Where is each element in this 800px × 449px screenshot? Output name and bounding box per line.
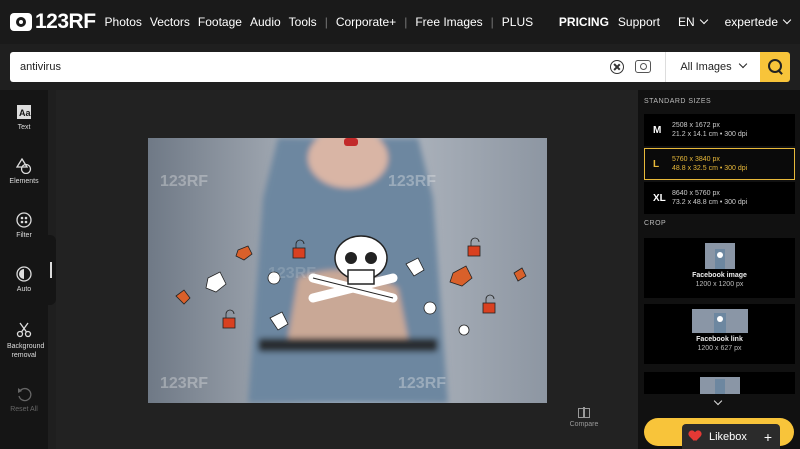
size-option-l[interactable]: L 5760 x 3840 px 48.8 x 32.5 cm • 300 dp…	[644, 148, 795, 180]
size-print-info: 48.8 x 32.5 cm • 300 dpi	[672, 165, 748, 172]
search-type-dropdown[interactable]: All Images	[665, 52, 760, 82]
compare-toggle[interactable]: Compare	[566, 407, 602, 428]
logo-text: 123RF	[35, 10, 96, 33]
nav-divider: |	[404, 15, 408, 29]
size-pixels: 8640 x 5760 px	[672, 190, 720, 197]
chevron-down-icon	[699, 15, 708, 25]
svg-text:Aa: Aa	[19, 108, 31, 118]
tool-filter-label: Filter	[16, 232, 32, 239]
crop-heading: CROP	[644, 220, 667, 227]
nav-free-images[interactable]: Free Images	[415, 15, 482, 29]
crop-name: Facebook image	[692, 272, 747, 279]
size-print-info: 21.2 x 14.1 cm • 300 dpi	[672, 131, 748, 138]
compare-icon	[578, 407, 590, 418]
svg-text:123RF: 123RF	[160, 173, 208, 190]
support-link[interactable]: Support	[618, 15, 660, 29]
pricing-link[interactable]: PRICING	[559, 15, 609, 29]
user-menu[interactable]: expertede	[716, 15, 792, 29]
crop-thumbnail	[691, 309, 748, 333]
crop-thumbnail	[699, 377, 740, 394]
clear-search-icon[interactable]	[610, 60, 624, 74]
search-bar: All Images	[10, 52, 790, 82]
size-letter: XL	[653, 193, 666, 204]
nav-audio[interactable]: Audio	[250, 15, 281, 29]
auto-adjust-icon	[16, 266, 32, 282]
camera-search-icon[interactable]	[635, 60, 651, 73]
camera-logo-icon	[10, 13, 32, 31]
tool-slider-handle[interactable]	[50, 262, 52, 278]
crop-dimensions: 1200 x 627 px	[697, 345, 742, 352]
svg-text:123RF: 123RF	[398, 375, 446, 392]
crop-option-more[interactable]	[644, 372, 795, 394]
svg-text:123RF: 123RF	[160, 375, 208, 392]
compare-label: Compare	[569, 421, 599, 428]
language-select[interactable]: EN	[669, 15, 708, 29]
text-icon: Aa	[16, 104, 32, 120]
scissors-icon	[16, 322, 32, 338]
svg-text:123RF: 123RF	[268, 265, 316, 282]
crop-option-facebook-image[interactable]: Facebook image 1200 x 1200 px	[644, 238, 795, 298]
tool-elements-label: Elements	[9, 178, 39, 185]
crop-thumbnail	[704, 243, 735, 269]
tool-text-label: Text	[17, 124, 31, 131]
nav-vectors[interactable]: Vectors	[150, 15, 190, 29]
tool-text[interactable]: Aa Text	[0, 104, 48, 131]
download-options-panel: STANDARD SIZES M 2508 x 1672 px 21.2 x 1…	[638, 90, 800, 449]
account-nav: PRICING Support EN expertede	[550, 0, 792, 44]
nav-plus[interactable]: PLUS	[502, 15, 533, 29]
tool-reset-all-label: Reset All	[10, 406, 38, 413]
size-option-xl[interactable]: XL 8640 x 5760 px 73.2 x 48.8 cm • 300 d…	[644, 182, 795, 214]
size-print-info: 73.2 x 48.8 cm • 300 dpi	[672, 199, 748, 206]
svg-text:123RF: 123RF	[388, 173, 436, 190]
likebox-label: Likebox	[709, 430, 747, 443]
standard-sizes-heading: STANDARD SIZES	[644, 98, 712, 105]
size-pixels: 2508 x 1672 px	[672, 122, 720, 129]
tool-background-removal[interactable]: Background removal	[0, 322, 48, 360]
nav-divider: |	[490, 15, 494, 29]
nav-tools[interactable]: Tools	[289, 15, 317, 29]
preview-image: 123RF 123RF 123RF 123RF 123RF	[148, 138, 547, 403]
editor-toolbar: Aa Text Elements Filter Auto Background …	[0, 90, 48, 449]
search-type-label: All Images	[680, 61, 732, 73]
search-input[interactable]	[10, 52, 665, 82]
tool-filter[interactable]: Filter	[0, 212, 48, 239]
tool-auto-label: Auto	[16, 286, 32, 293]
tool-elements[interactable]: Elements	[0, 157, 48, 185]
size-letter: M	[653, 125, 662, 136]
language-label: EN	[677, 15, 695, 29]
crop-name: Facebook link	[696, 336, 743, 343]
reset-icon	[16, 386, 32, 402]
nav-divider: |	[324, 15, 328, 29]
top-nav-bar: 123RF Photos Vectors Footage Audio Tools…	[0, 0, 800, 44]
main-nav: Photos Vectors Footage Audio Tools | Cor…	[105, 15, 542, 29]
heart-icon	[689, 431, 701, 442]
search-button[interactable]	[760, 52, 790, 82]
chevron-down-icon	[782, 15, 792, 25]
nav-corporate-plus[interactable]: Corporate+	[336, 15, 396, 29]
size-option-m[interactable]: M 2508 x 1672 px 21.2 x 14.1 cm • 300 dp…	[644, 114, 795, 146]
tool-auto[interactable]: Auto	[0, 266, 48, 293]
size-letter: L	[653, 159, 660, 170]
plus-icon[interactable]: +	[764, 429, 772, 445]
nav-footage[interactable]: Footage	[198, 15, 242, 29]
nav-photos[interactable]: Photos	[105, 15, 142, 29]
username-label: expertede	[724, 15, 778, 29]
crop-dimensions: 1200 x 1200 px	[695, 281, 744, 288]
tool-reset-all[interactable]: Reset All	[0, 386, 48, 413]
shapes-icon	[15, 157, 32, 175]
likebox-button[interactable]: Likebox +	[682, 424, 780, 449]
site-logo[interactable]: 123RF	[10, 10, 96, 34]
crop-option-facebook-link[interactable]: Facebook link 1200 x 627 px	[644, 304, 795, 364]
size-pixels: 5760 x 3840 px	[672, 156, 720, 163]
tool-background-removal-label: Background removal	[7, 343, 45, 359]
chevron-down-icon	[738, 59, 747, 69]
filter-icon	[16, 212, 32, 228]
